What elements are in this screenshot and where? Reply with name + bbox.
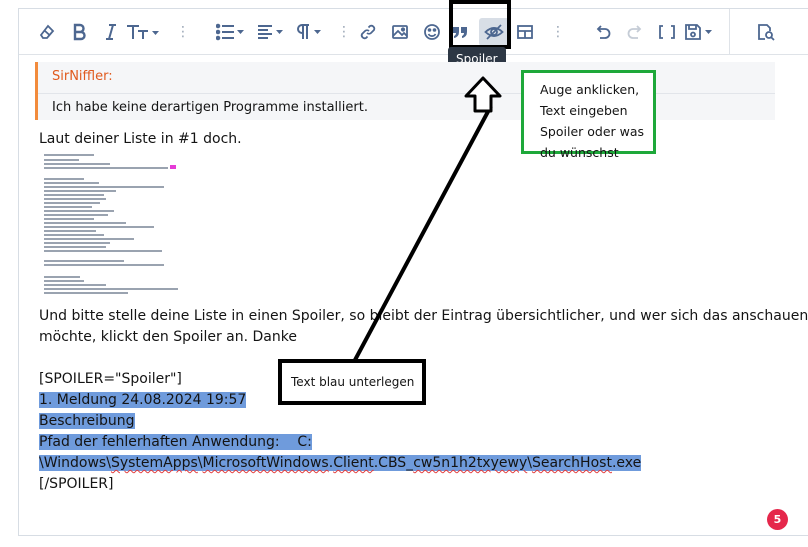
- annotation-label: Text blau unterlegen: [291, 375, 415, 389]
- embedded-screenshot-image[interactable]: [44, 152, 184, 300]
- body-line: möchte, klickt den Spoiler an. Danke: [39, 329, 297, 345]
- list-icon[interactable]: [215, 18, 247, 46]
- path-part: SystemApps: [110, 455, 198, 471]
- thumb-line: [44, 288, 178, 290]
- thumb-line: [44, 222, 126, 224]
- thumb-highlight: [170, 165, 176, 169]
- thumb-line: [44, 194, 104, 196]
- path-part: MicrosoftWindows: [202, 455, 329, 471]
- thumb-line: [44, 198, 106, 200]
- thumb-line: [44, 214, 108, 216]
- toolbar-more-icon[interactable]: ⋮: [176, 23, 190, 41]
- table-icon[interactable]: [513, 18, 537, 46]
- thumb-line: [44, 280, 84, 282]
- image-icon[interactable]: [387, 18, 413, 46]
- notification-badge[interactable]: 5: [767, 509, 788, 530]
- thumb-line: [44, 264, 164, 266]
- bbcode-icon[interactable]: [655, 18, 679, 46]
- thumb-line: [44, 163, 110, 165]
- annotation-line: du wünschst: [540, 145, 619, 160]
- quote-text: Ich habe keine derartigen Programme inst…: [52, 100, 368, 115]
- thumb-line: [44, 276, 80, 278]
- preview-panel: [729, 9, 808, 55]
- thumb-line: [44, 226, 154, 228]
- thumb-line: [44, 167, 168, 169]
- body-line: Und bitte stelle deine Liste in einen Sp…: [39, 308, 808, 324]
- spoiler-highlight-frame: [449, 0, 511, 49]
- undo-icon[interactable]: [591, 18, 615, 46]
- thumb-line: [44, 260, 124, 262]
- annotation-line: Text eingeben: [540, 103, 628, 118]
- link-icon[interactable]: [355, 18, 381, 46]
- eraser-icon[interactable]: [35, 18, 59, 46]
- bold-icon[interactable]: [67, 18, 91, 46]
- quote-block: SirNiffler: Ich habe keine derartigen Pr…: [35, 62, 775, 120]
- thumb-line: [44, 292, 128, 294]
- thumb-line: [44, 190, 116, 192]
- thumb-line: [44, 242, 110, 244]
- paragraph-icon[interactable]: [295, 18, 325, 46]
- annotation-line: Spoiler oder was: [540, 124, 645, 139]
- text-size-icon[interactable]: [125, 18, 161, 46]
- editor-toolbar: ⋮ ⋮ ⋮: [19, 9, 808, 55]
- spoiler-open-tag: [SPOILER="Spoiler"]: [39, 371, 182, 387]
- body-line: Laut deiner Liste in #1 doch.: [39, 131, 242, 147]
- thumb-line: [44, 210, 114, 212]
- selected-path-line: \Windows\SystemApps\MicrosoftWindows.Cli…: [39, 455, 642, 471]
- thumb-line: [44, 238, 134, 240]
- selected-line: 1. Meldung 24.08.2024 19:57: [39, 392, 247, 408]
- thumb-line: [44, 182, 99, 184]
- thumb-line: [44, 284, 106, 286]
- thumb-line: [44, 159, 79, 161]
- smiley-icon[interactable]: [419, 18, 445, 46]
- green-annotation-box: Auge anklicken, Text eingeben Spoiler od…: [521, 70, 656, 160]
- preview-icon[interactable]: [752, 18, 780, 46]
- path-part: \Windows\: [39, 455, 111, 471]
- redo-icon[interactable]: [623, 18, 647, 46]
- toolbar-more-icon[interactable]: ⋮: [551, 23, 565, 41]
- thumb-line: [44, 230, 96, 232]
- quote-author[interactable]: SirNiffler:: [52, 69, 113, 84]
- thumb-line: [44, 202, 100, 204]
- thumb-line: [44, 234, 104, 236]
- thumb-line: [44, 250, 162, 252]
- spoiler-close-tag: [/SPOILER]: [39, 476, 114, 492]
- align-icon[interactable]: [257, 18, 287, 46]
- thumb-line: [44, 246, 106, 248]
- thumb-line: [44, 218, 94, 220]
- thumb-line: [44, 206, 92, 208]
- thumb-line: [44, 186, 164, 188]
- path-part: SearchHost: [531, 455, 612, 471]
- black-annotation-box: Text blau unterlegen: [278, 359, 426, 405]
- path-part: .exe: [611, 455, 642, 471]
- thumb-line: [44, 154, 94, 156]
- quote-divider: [38, 93, 775, 94]
- save-icon[interactable]: [683, 18, 717, 46]
- italic-icon[interactable]: [99, 18, 123, 46]
- toolbar-more-icon[interactable]: ⋮: [337, 23, 351, 41]
- path-part: \: [197, 455, 203, 471]
- path-part: Client: [333, 455, 374, 471]
- selected-line: Pfad der fehlerhaften Anwendung: C:: [39, 434, 312, 450]
- thumb-line: [44, 178, 84, 180]
- selected-line: Beschreibung: [39, 413, 135, 429]
- path-part: cw5n1h2txyewy: [413, 455, 528, 471]
- path-part: .CBS_: [373, 455, 414, 471]
- annotation-line: Auge anklicken,: [540, 82, 640, 97]
